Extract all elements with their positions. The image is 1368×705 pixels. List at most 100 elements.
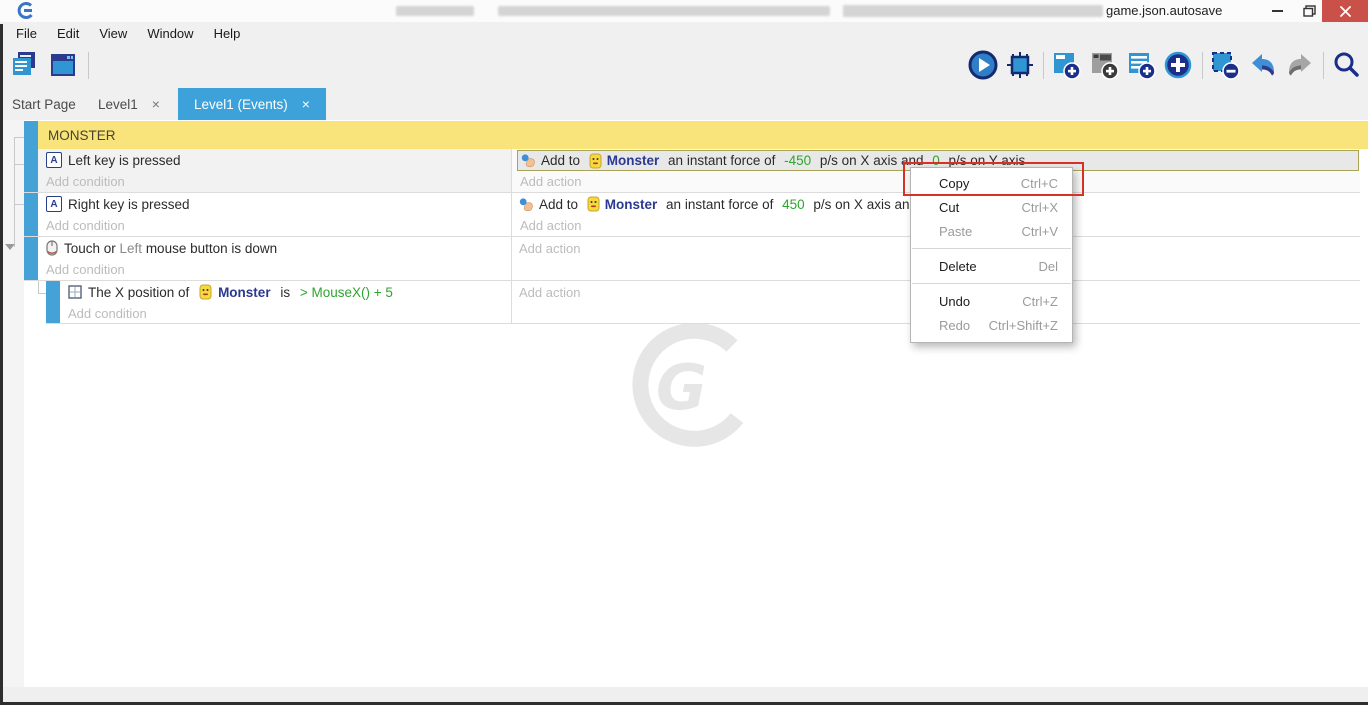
search-icon[interactable] xyxy=(1331,50,1361,80)
menu-item-label: Delete xyxy=(939,259,977,274)
context-menu-item-delete[interactable]: Delete Del xyxy=(911,254,1072,278)
keyboard-key-icon: A xyxy=(46,196,62,212)
menu-item-shortcut: Ctrl+V xyxy=(1022,224,1058,239)
add-condition-link[interactable]: Add condition xyxy=(60,303,511,324)
play-icon[interactable] xyxy=(968,50,998,80)
tab-strip: Start Page Level1 × Level1 (Events) × xyxy=(0,88,1368,120)
add-condition-link[interactable]: Add condition xyxy=(38,171,511,192)
tab-label: Level1 xyxy=(98,97,138,112)
tree-line xyxy=(14,204,24,205)
menu-separator xyxy=(912,248,1071,249)
comment-row[interactable]: MONSTER xyxy=(24,121,1368,149)
event-row[interactable]: A Left key is pressed Add condition Add … xyxy=(24,149,1360,193)
event-row[interactable]: A Right key is pressed Add condition Add… xyxy=(24,193,1360,237)
conditions-cell: Touch or Left mouse button is down Add c… xyxy=(38,237,512,280)
condition[interactable]: A Left key is pressed xyxy=(38,149,511,171)
condition[interactable]: Touch or Left mouse button is down xyxy=(38,237,511,259)
menu-file[interactable]: File xyxy=(6,23,47,44)
window-edge xyxy=(0,24,3,705)
event-bar[interactable] xyxy=(24,149,38,192)
menu-separator xyxy=(912,283,1071,284)
event-bar[interactable] xyxy=(46,281,60,323)
add-condition-link[interactable]: Add condition xyxy=(38,259,511,280)
menu-help[interactable]: Help xyxy=(204,23,251,44)
tab-level1[interactable]: Level1 × xyxy=(98,88,160,120)
add-subevent-icon[interactable] xyxy=(1089,50,1119,80)
window-title: game.json.autosave xyxy=(1106,3,1222,18)
tree-line xyxy=(38,293,46,294)
tab-level1-events[interactable]: Level1 (Events) × xyxy=(178,88,326,120)
gdevelop-window: game.json.autosave File Edit View Window… xyxy=(0,0,1368,705)
gdevelop-watermark-logo: G xyxy=(598,320,778,450)
minimize-button[interactable] xyxy=(1262,0,1292,22)
add-comment-icon[interactable] xyxy=(1126,50,1156,80)
toolbar-separator xyxy=(1043,52,1044,79)
toolbar-separator xyxy=(88,52,89,79)
condition[interactable]: The X position of Monster is > MouseX() … xyxy=(60,281,511,303)
debug-icon[interactable] xyxy=(1005,50,1035,80)
object-name: Monster xyxy=(605,197,658,212)
condition-text: is xyxy=(277,285,294,300)
context-menu: Copy Ctrl+C Cut Ctrl+X Paste Ctrl+V Dele… xyxy=(910,167,1073,343)
toolbar-separator xyxy=(1323,52,1324,79)
add-event-icon[interactable] xyxy=(1051,50,1081,80)
collapse-arrow-icon[interactable] xyxy=(5,244,15,250)
condition-text: Touch or Left mouse button is down xyxy=(64,241,277,256)
tab-label: Start Page xyxy=(12,97,76,112)
sub-event-row[interactable]: The X position of Monster is > MouseX() … xyxy=(46,281,1360,324)
action-text: an instant force of xyxy=(662,197,777,212)
position-icon xyxy=(68,285,82,299)
redacted-title-text xyxy=(843,5,1103,17)
event-row[interactable]: Touch or Left mouse button is down Add c… xyxy=(24,237,1360,281)
redo-icon[interactable] xyxy=(1285,50,1315,80)
context-menu-item-paste[interactable]: Paste Ctrl+V xyxy=(911,219,1072,243)
menu-item-label: Cut xyxy=(939,200,959,215)
add-condition-link[interactable]: Add condition xyxy=(38,215,511,236)
scene-editor-icon[interactable] xyxy=(48,50,78,80)
context-menu-item-copy[interactable]: Copy Ctrl+C xyxy=(911,171,1072,195)
close-button[interactable] xyxy=(1322,0,1368,22)
action-value: 450 xyxy=(782,197,805,212)
monster-sprite-icon xyxy=(589,153,602,169)
comment-text[interactable]: MONSTER xyxy=(38,121,1368,149)
menu-item-shortcut: Ctrl+X xyxy=(1022,200,1058,215)
context-menu-item-cut[interactable]: Cut Ctrl+X xyxy=(911,195,1072,219)
menu-item-label: Copy xyxy=(939,176,969,191)
tab-start-page[interactable]: Start Page xyxy=(12,88,76,120)
force-hand-icon xyxy=(521,153,536,168)
menu-item-shortcut: Del xyxy=(1038,259,1058,274)
action-text: p/s on X axis and xyxy=(810,197,921,212)
main-toolbar xyxy=(0,45,1368,88)
tab-close-icon[interactable]: × xyxy=(152,96,160,112)
menu-window[interactable]: Window xyxy=(137,23,203,44)
action-value: -450 xyxy=(784,153,811,168)
event-bar[interactable] xyxy=(24,193,38,236)
tab-close-icon[interactable]: × xyxy=(302,96,310,112)
event-bar[interactable] xyxy=(24,121,38,149)
undo-icon[interactable] xyxy=(1248,50,1278,80)
mouse-icon xyxy=(46,240,58,256)
conditions-cell: A Left key is pressed Add condition xyxy=(38,149,512,192)
event-bar[interactable] xyxy=(24,237,38,280)
context-menu-item-undo[interactable]: Undo Ctrl+Z xyxy=(911,289,1072,313)
menu-item-shortcut: Ctrl+Z xyxy=(1022,294,1058,309)
add-plus-icon[interactable] xyxy=(1163,50,1193,80)
menu-view[interactable]: View xyxy=(89,23,137,44)
force-hand-icon xyxy=(519,197,534,212)
restore-button[interactable] xyxy=(1294,0,1324,22)
keyboard-key-icon: A xyxy=(46,152,62,168)
remove-selection-icon[interactable] xyxy=(1210,50,1240,80)
toolbar-separator xyxy=(1202,52,1203,79)
context-menu-item-redo[interactable]: Redo Ctrl+Shift+Z xyxy=(911,313,1072,337)
menu-edit[interactable]: Edit xyxy=(47,23,89,44)
condition[interactable]: A Right key is pressed xyxy=(38,193,511,215)
gdevelop-logo-icon xyxy=(14,2,36,20)
menu-item-label: Undo xyxy=(939,294,970,309)
restore-icon xyxy=(1303,5,1316,17)
tree-line xyxy=(14,164,24,165)
action-text: Add to xyxy=(539,197,582,212)
object-name: Monster xyxy=(218,285,271,300)
menu-bar: File Edit View Window Help xyxy=(0,22,1368,45)
project-manager-icon[interactable] xyxy=(10,50,40,80)
condition-text: The X position of xyxy=(88,285,193,300)
